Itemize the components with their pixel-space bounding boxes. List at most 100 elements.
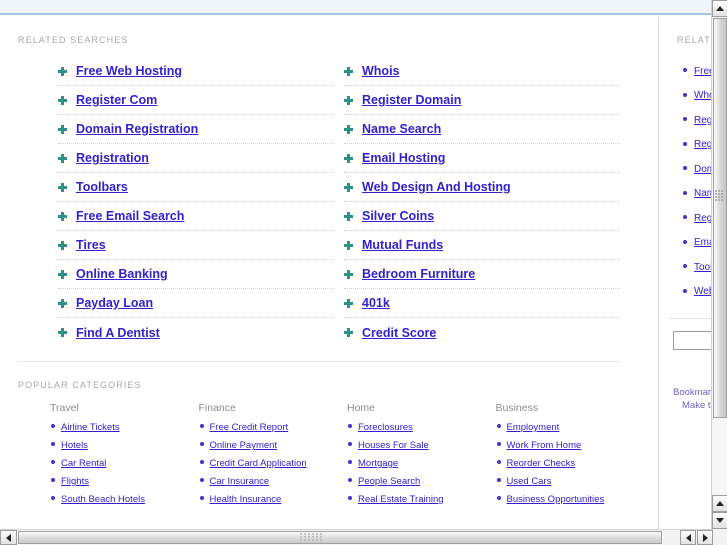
list-item[interactable]: Foreclosures bbox=[347, 419, 490, 434]
related-search-row[interactable]: Register Domain bbox=[344, 86, 620, 115]
related-search-row[interactable]: Credit Score bbox=[344, 318, 620, 347]
related-search-row[interactable]: Free Email Search bbox=[58, 202, 334, 231]
category-link[interactable]: Car Insurance bbox=[210, 476, 270, 487]
side-related-link[interactable]: Register Domain bbox=[694, 139, 711, 150]
vertical-scrollbar[interactable] bbox=[711, 0, 727, 529]
list-item[interactable]: Business Opportunities bbox=[496, 491, 639, 506]
category-link[interactable]: People Search bbox=[358, 476, 420, 487]
side-list-item[interactable]: Register Domain bbox=[683, 133, 711, 158]
side-list-item[interactable]: Registration bbox=[683, 206, 711, 231]
related-search-link[interactable]: Email Hosting bbox=[362, 151, 445, 165]
list-item[interactable]: Credit Card Application bbox=[199, 455, 342, 470]
category-link[interactable]: Online Payment bbox=[210, 440, 278, 451]
related-search-link[interactable]: Bedroom Furniture bbox=[362, 267, 475, 281]
side-list-item[interactable]: Name Search bbox=[683, 182, 711, 207]
related-search-row[interactable]: Email Hosting bbox=[344, 144, 620, 173]
side-list-item[interactable]: Free Web Hosting bbox=[683, 59, 711, 84]
list-item[interactable]: Hotels bbox=[50, 437, 193, 452]
list-item[interactable]: Work From Home bbox=[496, 437, 639, 452]
side-related-link[interactable]: Domain Registration bbox=[694, 164, 711, 175]
scroll-right-button[interactable] bbox=[697, 530, 713, 545]
category-link[interactable]: Flights bbox=[61, 476, 89, 487]
related-search-row[interactable]: Toolbars bbox=[58, 173, 334, 202]
list-item[interactable]: Mortgage bbox=[347, 455, 490, 470]
list-item[interactable]: Used Cars bbox=[496, 473, 639, 488]
side-list-item[interactable]: Web Design And Hosting bbox=[683, 280, 711, 305]
scroll-up-button-lower[interactable] bbox=[712, 495, 727, 512]
related-search-row[interactable]: Domain Registration bbox=[58, 115, 334, 144]
category-link[interactable]: Houses For Sale bbox=[358, 440, 429, 451]
related-search-row[interactable]: Mutual Funds bbox=[344, 231, 620, 260]
scroll-up-button[interactable] bbox=[712, 0, 727, 17]
list-item[interactable]: Car Insurance bbox=[199, 473, 342, 488]
list-item[interactable]: Health Insurance bbox=[199, 491, 342, 506]
list-item[interactable]: Employment bbox=[496, 419, 639, 434]
list-item[interactable]: Free Credit Report bbox=[199, 419, 342, 434]
related-search-link[interactable]: Mutual Funds bbox=[362, 238, 443, 252]
side-related-link[interactable]: Toolbars bbox=[694, 262, 711, 273]
related-search-link[interactable]: Online Banking bbox=[76, 267, 168, 281]
scroll-down-button[interactable] bbox=[712, 512, 727, 529]
list-item[interactable]: Real Estate Training bbox=[347, 491, 490, 506]
related-search-link[interactable]: Domain Registration bbox=[76, 122, 198, 136]
category-link[interactable]: South Beach Hotels bbox=[61, 494, 145, 505]
related-search-link[interactable]: 401k bbox=[362, 296, 390, 310]
related-search-row[interactable]: Online Banking bbox=[58, 260, 334, 289]
related-search-link[interactable]: Whois bbox=[362, 64, 400, 78]
related-search-row[interactable]: Free Web Hosting bbox=[58, 57, 334, 86]
category-link[interactable]: Airline Tickets bbox=[61, 422, 120, 433]
category-link[interactable]: Foreclosures bbox=[358, 422, 413, 433]
category-link[interactable]: Work From Home bbox=[507, 440, 582, 451]
horizontal-scrollbar-thumb[interactable] bbox=[18, 531, 662, 544]
side-list-item[interactable]: Toolbars bbox=[683, 255, 711, 280]
related-search-row[interactable]: Whois bbox=[344, 57, 620, 86]
list-item[interactable]: Online Payment bbox=[199, 437, 342, 452]
list-item[interactable]: People Search bbox=[347, 473, 490, 488]
related-search-row[interactable]: 401k bbox=[344, 289, 620, 318]
side-related-link[interactable]: Registration bbox=[694, 213, 711, 224]
list-item[interactable]: Airline Tickets bbox=[50, 419, 193, 434]
related-search-row[interactable]: Find A Dentist bbox=[58, 318, 334, 347]
side-search-input[interactable] bbox=[674, 333, 711, 351]
category-link[interactable]: Car Rental bbox=[61, 458, 106, 469]
related-search-row[interactable]: Silver Coins bbox=[344, 202, 620, 231]
list-item[interactable]: Houses For Sale bbox=[347, 437, 490, 452]
related-search-row[interactable]: Web Design And Hosting bbox=[344, 173, 620, 202]
related-search-link[interactable]: Register Com bbox=[76, 93, 157, 107]
side-related-link[interactable]: Email Hosting bbox=[694, 237, 711, 248]
side-list-item[interactable]: Register Com bbox=[683, 108, 711, 133]
related-search-row[interactable]: Payday Loan bbox=[58, 289, 334, 318]
list-item[interactable]: South Beach Hotels bbox=[50, 491, 193, 506]
category-link[interactable]: Business Opportunities bbox=[507, 494, 605, 505]
related-search-row[interactable]: Bedroom Furniture bbox=[344, 260, 620, 289]
related-search-link[interactable]: Credit Score bbox=[362, 326, 436, 340]
list-item[interactable]: Car Rental bbox=[50, 455, 193, 470]
related-search-row[interactable]: Registration bbox=[58, 144, 334, 173]
horizontal-scrollbar[interactable] bbox=[0, 529, 727, 545]
related-search-link[interactable]: Free Web Hosting bbox=[76, 64, 182, 78]
side-list-item[interactable]: Whois bbox=[683, 84, 711, 109]
category-link[interactable]: Employment bbox=[507, 422, 560, 433]
category-link[interactable]: Real Estate Training bbox=[358, 494, 444, 505]
side-related-link[interactable]: Web Design And Hosting bbox=[694, 286, 711, 297]
list-item[interactable]: Reorder Checks bbox=[496, 455, 639, 470]
bookmark-link[interactable]: Bookmark bbox=[673, 386, 711, 399]
side-related-link[interactable]: Free Web Hosting bbox=[694, 66, 711, 77]
category-link[interactable]: Credit Card Application bbox=[210, 458, 307, 469]
category-link[interactable]: Hotels bbox=[61, 440, 88, 451]
related-search-row[interactable]: Tires bbox=[58, 231, 334, 260]
related-search-link[interactable]: Free Email Search bbox=[76, 209, 184, 223]
side-search-box[interactable] bbox=[673, 331, 711, 351]
related-search-link[interactable]: Web Design And Hosting bbox=[362, 180, 511, 194]
category-link[interactable]: Reorder Checks bbox=[507, 458, 576, 469]
category-link[interactable]: Used Cars bbox=[507, 476, 552, 487]
related-search-link[interactable]: Find A Dentist bbox=[76, 326, 160, 340]
vertical-scrollbar-thumb[interactable] bbox=[713, 18, 727, 418]
related-search-link[interactable]: Registration bbox=[76, 151, 149, 165]
scroll-left-button-right-pair[interactable] bbox=[680, 530, 696, 545]
related-search-link[interactable]: Name Search bbox=[362, 122, 441, 136]
related-search-row[interactable]: Register Com bbox=[58, 86, 334, 115]
side-related-link[interactable]: Whois bbox=[694, 90, 711, 101]
side-related-link[interactable]: Register Com bbox=[694, 115, 711, 126]
related-search-link[interactable]: Toolbars bbox=[76, 180, 128, 194]
